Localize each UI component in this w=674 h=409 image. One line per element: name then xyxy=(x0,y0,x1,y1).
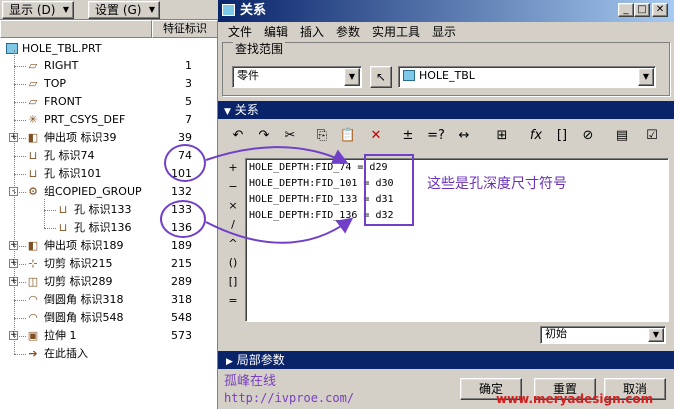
arrow-to-d29 xyxy=(205,146,349,164)
annotation-arrows xyxy=(205,146,354,244)
arrow-to-d32 xyxy=(205,217,354,244)
